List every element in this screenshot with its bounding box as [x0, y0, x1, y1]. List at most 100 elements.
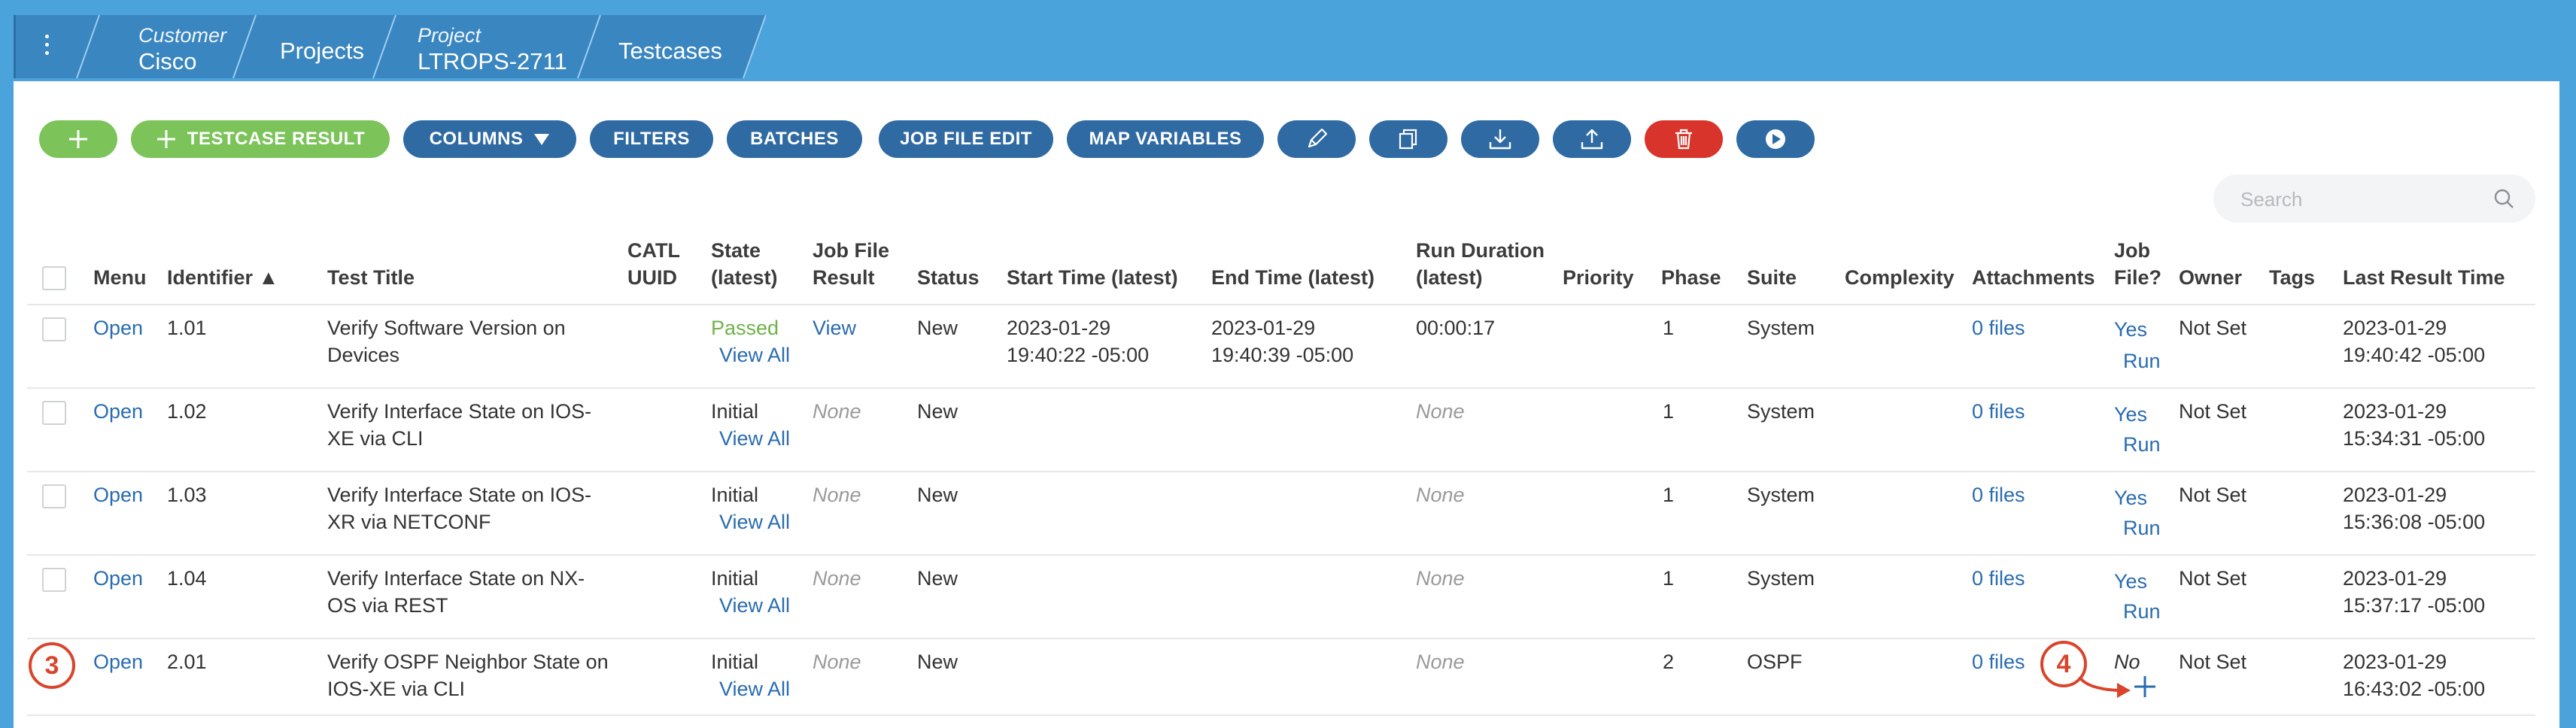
col-header-phase[interactable]: Phase [1661, 264, 1721, 291]
add-testcase-result-button[interactable]: TESTCASE RESULT [131, 120, 390, 158]
col-header-last-result-time[interactable]: Last Result Time [2343, 264, 2505, 291]
suite-cell: System [1747, 400, 1815, 423]
status-cell: New [917, 651, 958, 673]
view-all-link[interactable]: View All [719, 675, 790, 702]
job-result-cell: None [813, 651, 861, 673]
row-checkbox[interactable] [42, 484, 66, 508]
col-header-run-duration-line2[interactable]: (latest) [1416, 264, 1483, 291]
col-header-job-file-line2[interactable]: File? [2114, 264, 2161, 291]
col-header-state-line1[interactable]: State [711, 237, 761, 264]
edit-button[interactable] [1277, 120, 1356, 158]
phase-cell: 1 [1663, 484, 1675, 506]
test-title-line1: Verify Interface State on NX- [327, 567, 585, 590]
col-header-owner[interactable]: Owner [2179, 264, 2242, 291]
last-result-line1: 2023-01-29 [2343, 400, 2447, 423]
start-time-line2: 19:40:22 -05:00 [1007, 344, 1150, 366]
view-all-link[interactable]: View All [719, 508, 790, 535]
plus-icon [156, 129, 177, 150]
attachments-link[interactable]: 0 files [1972, 565, 2025, 592]
attachments-link[interactable]: 0 files [1972, 481, 2025, 508]
run-link[interactable]: Run [2123, 514, 2161, 541]
run-link[interactable]: Run [2123, 598, 2161, 625]
run-button[interactable] [1736, 120, 1815, 158]
breadcrumb-customer-label: Customer [138, 24, 227, 47]
last-result-line1: 2023-01-29 [2343, 317, 2447, 339]
col-header-suite[interactable]: Suite [1747, 264, 1797, 291]
testcase-result-label: TESTCASE RESULT [187, 129, 366, 149]
col-header-state-line2[interactable]: (latest) [711, 264, 778, 291]
view-all-link[interactable]: View All [719, 341, 790, 369]
breadcrumb-customer[interactable]: Cisco [138, 48, 197, 75]
download-button[interactable] [1461, 120, 1539, 158]
job-file-yes-link[interactable]: Yes [2114, 484, 2147, 511]
col-header-complexity[interactable]: Complexity [1845, 264, 1955, 291]
identifier-cell: 1.04 [167, 567, 207, 590]
run-link[interactable]: Run [2123, 347, 2161, 375]
identifier-cell: 1.03 [167, 484, 207, 506]
row-checkbox[interactable] [42, 401, 66, 425]
last-result-line2: 15:37:17 -05:00 [2343, 594, 2486, 617]
status-cell: New [917, 567, 958, 590]
col-header-catl-uuid-line1[interactable]: CATL [627, 237, 680, 264]
play-circle-icon [1766, 129, 1785, 149]
last-result-line2: 15:36:08 -05:00 [2343, 511, 2486, 533]
pencil-icon [1308, 128, 1328, 148]
open-link[interactable]: Open [93, 398, 143, 425]
copy-button[interactable] [1369, 120, 1447, 158]
open-link[interactable]: Open [93, 314, 143, 341]
col-header-start-time[interactable]: Start Time (latest) [1007, 264, 1178, 291]
col-header-status[interactable]: Status [917, 264, 980, 291]
upload-button[interactable] [1553, 120, 1631, 158]
upload-icon [1581, 129, 1603, 150]
run-duration-cell: 00:00:17 [1416, 317, 1496, 339]
job-file-yes-link[interactable]: Yes [2114, 568, 2147, 595]
col-header-end-time[interactable]: End Time (latest) [1211, 264, 1375, 291]
col-header-job-file-line1[interactable]: Job [2114, 237, 2150, 264]
filters-button[interactable]: FILTERS [590, 120, 713, 158]
view-all-link[interactable]: View All [719, 592, 790, 619]
attachments-link[interactable]: 0 files [1972, 398, 2025, 425]
job-file-edit-button[interactable]: JOB FILE EDIT [879, 120, 1053, 158]
col-header-priority[interactable]: Priority [1563, 264, 1634, 291]
open-link[interactable]: Open [93, 565, 143, 592]
open-link[interactable]: Open [93, 481, 143, 508]
kebab-menu-icon[interactable] [42, 35, 53, 65]
col-header-job-file-result-line2[interactable]: Result [813, 264, 875, 291]
map-variables-button[interactable]: MAP VARIABLES [1067, 120, 1264, 158]
search-input[interactable]: Search [2213, 174, 2535, 223]
col-header-run-duration-line1[interactable]: Run Duration [1416, 237, 1545, 264]
test-title-line1: Verify Interface State on IOS- [327, 400, 592, 423]
run-link[interactable]: Run [2123, 431, 2161, 458]
col-header-job-file-result-line1[interactable]: Job File [813, 237, 889, 264]
breadcrumb-project[interactable]: LTROPS-2711 [418, 48, 567, 75]
job-file-yes-link[interactable]: Yes [2114, 316, 2147, 343]
run-duration-cell: None [1416, 651, 1465, 673]
attachments-link[interactable]: 0 files [1972, 648, 2025, 675]
row-checkbox[interactable] [42, 317, 66, 341]
col-header-tags[interactable]: Tags [2269, 264, 2315, 291]
open-link[interactable]: Open [93, 648, 143, 675]
columns-button[interactable]: COLUMNS [403, 120, 576, 158]
job-result-view-link[interactable]: View [813, 314, 856, 341]
batches-label: BATCHES [750, 129, 839, 149]
select-all-checkbox[interactable] [42, 266, 66, 290]
owner-cell: Not Set [2179, 400, 2247, 423]
batches-button[interactable]: BATCHES [727, 120, 862, 158]
breadcrumb-projects[interactable]: Projects [280, 38, 364, 65]
delete-button[interactable] [1645, 120, 1723, 158]
col-header-test-title[interactable]: Test Title [327, 264, 415, 291]
attachments-link[interactable]: 0 files [1972, 314, 2025, 341]
job-file-yes-link[interactable]: Yes [2114, 401, 2147, 428]
search-icon[interactable] [2493, 188, 2514, 209]
caret-down-icon [534, 134, 550, 145]
col-header-catl-uuid-line2[interactable]: UUID [627, 264, 677, 291]
col-header-identifier[interactable]: Identifier ▲ [167, 264, 278, 291]
state-cell: Initial [711, 484, 759, 506]
job-result-cell: None [813, 567, 861, 590]
view-all-link[interactable]: View All [719, 425, 790, 452]
row-checkbox[interactable] [42, 568, 66, 592]
add-button[interactable] [39, 120, 117, 158]
col-header-attachments[interactable]: Attachments [1972, 264, 2095, 291]
last-result-line1: 2023-01-29 [2343, 484, 2447, 506]
last-result-line2: 16:43:02 -05:00 [2343, 678, 2486, 700]
